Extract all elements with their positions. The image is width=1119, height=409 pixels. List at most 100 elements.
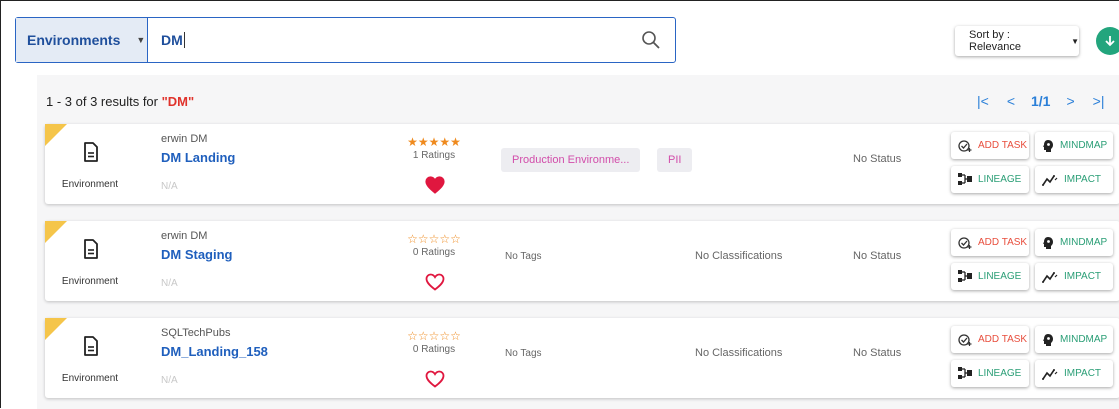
add-task-icon: [958, 236, 972, 249]
corner-flag: [45, 318, 67, 340]
lineage-button[interactable]: LINEAGE: [951, 166, 1029, 193]
results-summary-text: 1 - 3 of 3 results for: [46, 94, 162, 109]
search-bar: Environments ▼ DM: [15, 17, 676, 63]
impact-icon: [1042, 174, 1058, 186]
pagination: |< < 1/1 > >|: [977, 91, 1104, 111]
asset-description: N/A: [161, 278, 178, 289]
mindmap-button[interactable]: MINDMAP: [1035, 229, 1113, 256]
tag-chip[interactable]: Production Environme...: [501, 148, 641, 172]
scope-dropdown[interactable]: Environments ▼: [16, 18, 148, 62]
document-icon: [84, 239, 98, 259]
tag-text: No Tags: [505, 348, 542, 359]
lineage-label: LINEAGE: [978, 271, 1022, 282]
search-query-text: DM: [161, 32, 183, 48]
impact-button[interactable]: IMPACT: [1035, 360, 1113, 387]
asset-source: erwin DM: [161, 133, 208, 145]
last-page-button[interactable]: >|: [1093, 93, 1105, 109]
lineage-icon: [958, 173, 972, 185]
heart-icon[interactable]: [425, 273, 445, 291]
corner-flag: [45, 124, 67, 146]
download-button[interactable]: [1096, 27, 1119, 55]
impact-button[interactable]: IMPACT: [1035, 263, 1113, 290]
impact-icon: [1042, 271, 1058, 283]
asset-type-label: Environment: [61, 179, 119, 190]
star-rating[interactable]: ☆☆☆☆☆: [399, 233, 469, 246]
classification-text: No Classifications: [695, 250, 783, 262]
corner-flag: [45, 221, 67, 243]
add-task-icon: [958, 139, 972, 152]
heart-icon[interactable]: [425, 176, 445, 194]
impact-label: IMPACT: [1064, 368, 1102, 379]
results-query: "DM": [161, 94, 195, 109]
heart-icon[interactable]: [425, 370, 445, 388]
sort-dropdown[interactable]: Sort by : Relevance ▼: [955, 26, 1079, 56]
asset-description: N/A: [161, 181, 178, 192]
results-panel: 1 - 3 of 3 results for "DM" |< < 1/1 > >…: [37, 75, 1119, 409]
lineage-icon: [958, 367, 972, 379]
lineage-label: LINEAGE: [978, 368, 1022, 379]
tag-text: No Tags: [505, 251, 542, 262]
next-page-button[interactable]: >: [1066, 93, 1074, 109]
add-task-label: ADD TASK: [978, 140, 1028, 151]
asset-type-label: Environment: [61, 373, 119, 384]
prev-page-button[interactable]: <: [1007, 93, 1015, 109]
rating-count: 0 Ratings: [412, 247, 456, 258]
mindmap-label: MINDMAP: [1060, 334, 1108, 345]
classification-chip[interactable]: PII: [657, 148, 693, 172]
scope-label: Environments: [27, 32, 121, 48]
status-text: No Status: [853, 250, 902, 262]
asset-name-link[interactable]: DM Staging: [161, 247, 233, 262]
impact-icon: [1042, 368, 1058, 380]
mindmap-button[interactable]: MINDMAP: [1035, 132, 1113, 159]
classification-text: No Classifications: [695, 347, 783, 359]
impact-button[interactable]: IMPACT: [1035, 166, 1113, 193]
download-icon: [1105, 36, 1115, 47]
lineage-button[interactable]: LINEAGE: [951, 360, 1029, 387]
star-rating[interactable]: ★★★★★: [399, 136, 469, 149]
asset-type-label: Environment: [61, 276, 119, 287]
status-text: No Status: [853, 153, 902, 165]
star-rating[interactable]: ☆☆☆☆☆: [399, 330, 469, 343]
asset-description: N/A: [161, 375, 178, 386]
mindmap-icon: [1043, 333, 1053, 346]
document-icon: [84, 336, 98, 356]
lineage-icon: [958, 270, 972, 282]
rating-block[interactable]: ☆☆☆☆☆ 0 Ratings: [399, 330, 469, 356]
rating-count: 1 Ratings: [412, 150, 456, 161]
result-card[interactable]: Environment erwin DM DM Staging N/A ☆☆☆☆…: [45, 221, 1119, 301]
search-icon[interactable]: [641, 30, 661, 50]
result-card[interactable]: Environment SQLTechPubs DM_Landing_158 N…: [45, 318, 1119, 398]
first-page-button[interactable]: |<: [977, 93, 989, 109]
app-frame: Environments ▼ DM Sort by : Relevance ▼ …: [0, 0, 1119, 409]
document-icon: [84, 142, 98, 162]
add-task-label: ADD TASK: [978, 237, 1028, 248]
results-summary: 1 - 3 of 3 results for "DM": [46, 94, 194, 109]
impact-label: IMPACT: [1064, 271, 1102, 282]
add-task-label: ADD TASK: [978, 334, 1028, 345]
mindmap-icon: [1043, 236, 1053, 249]
lineage-label: LINEAGE: [978, 174, 1022, 185]
add-task-button[interactable]: ADD TASK: [951, 132, 1029, 159]
chevron-down-icon: ▼: [136, 35, 146, 45]
page-indicator: 1/1: [1031, 93, 1051, 109]
chevron-down-icon: ▼: [1071, 36, 1079, 46]
rating-block[interactable]: ☆☆☆☆☆ 0 Ratings: [399, 233, 469, 259]
add-task-button[interactable]: ADD TASK: [951, 326, 1029, 353]
rating-count: 0 Ratings: [412, 344, 456, 355]
impact-label: IMPACT: [1064, 174, 1102, 185]
text-cursor: [183, 32, 185, 48]
mindmap-icon: [1043, 139, 1053, 152]
result-card[interactable]: Environment erwin DM DM Landing N/A ★★★★…: [45, 124, 1119, 204]
asset-name-link[interactable]: DM Landing: [161, 150, 235, 165]
rating-block[interactable]: ★★★★★ 1 Ratings: [399, 136, 469, 162]
lineage-button[interactable]: LINEAGE: [951, 263, 1029, 290]
mindmap-button[interactable]: MINDMAP: [1035, 326, 1113, 353]
add-task-icon: [958, 333, 972, 346]
search-input[interactable]: DM: [161, 18, 185, 62]
asset-name-link[interactable]: DM_Landing_158: [161, 344, 268, 359]
sort-label: Sort by : Relevance: [969, 29, 1021, 53]
mindmap-label: MINDMAP: [1060, 140, 1108, 151]
asset-source: SQLTechPubs: [161, 327, 231, 339]
asset-source: erwin DM: [161, 230, 208, 242]
add-task-button[interactable]: ADD TASK: [951, 229, 1029, 256]
